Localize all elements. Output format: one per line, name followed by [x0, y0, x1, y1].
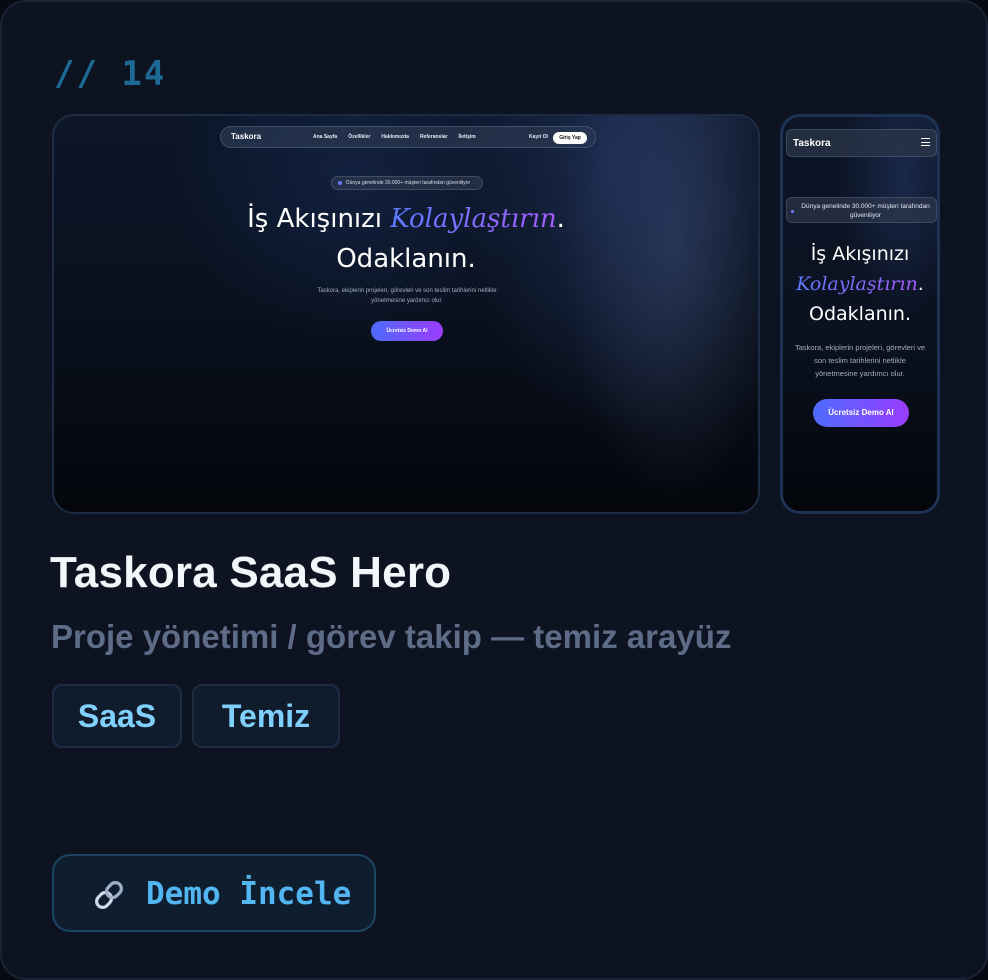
tag-saas: SaaS [52, 684, 182, 748]
preview-nav-link: Hakkımızda [381, 134, 409, 140]
preview-nav-links: Ana Sayfa Özellikler Hakkımızda Referans… [313, 134, 476, 140]
preview-nav-link: İletişim [458, 134, 476, 140]
preview-navbar: Taskora Ana Sayfa Özellikler Hakkımızda … [220, 126, 596, 148]
demo-button-label: Demo İncele [146, 876, 352, 912]
mobile-heading-line1: İş Akışınızı [810, 243, 910, 265]
link-icon [95, 881, 123, 909]
badge-dot-icon [338, 181, 342, 185]
project-title: Taskora SaaS Hero [50, 548, 452, 597]
demo-button[interactable]: Demo İncele [52, 854, 376, 932]
project-subtitle: Proje yönetimi / görev takip — temiz ara… [51, 618, 732, 655]
project-index: // 14 [54, 54, 167, 94]
preview-heading-accent: Kolaylaştırın [390, 204, 557, 234]
desktop-preview[interactable]: Taskora Ana Sayfa Özellikler Hakkımızda … [52, 114, 760, 514]
preview-badge-text: Dünya genelinde 30.000+ müşteri tarafınd… [346, 180, 471, 186]
mobile-heading-accent: Kolaylaştırın [796, 273, 918, 295]
mobile-trust-badge: Dünya genelinde 30.000+ müşteri tarafınd… [786, 197, 937, 223]
preview-login-button: Giriş Yap [553, 132, 587, 144]
preview-description: Taskora, ekiplerin projeleri, görevleri … [317, 288, 497, 304]
tag-temiz: Temiz [192, 684, 340, 748]
mobile-cta-button: Ücretsiz Demo Al [813, 399, 909, 427]
badge-dot-icon [791, 210, 794, 213]
mobile-description: Taskora, ekiplerin projeleri, görevleri … [794, 343, 926, 378]
preview-heading-line1: İş Akışınızı Kolaylaştırın. [247, 204, 565, 234]
preview-register-link: Kayıt Ol [529, 134, 548, 140]
project-card: // 14 Taskora Ana Sayfa Özellikler Hakkı… [0, 0, 988, 980]
preview-cta-button: Ücretsiz Demo Al [371, 321, 443, 341]
preview-nav-link: Ana Sayfa [313, 134, 338, 140]
mobile-logo: Taskora [793, 138, 831, 149]
mobile-heading-line2: Kolaylaştırın. [796, 273, 924, 295]
preview-nav-link: Özellikler [348, 134, 371, 140]
hamburger-menu-icon [921, 138, 930, 146]
mobile-preview[interactable]: Taskora Dünya genelinde 30.000+ müşteri … [780, 114, 940, 514]
preview-heading-line2: Odaklanın. [336, 244, 476, 274]
preview-nav-link: Referanslar [419, 134, 448, 140]
mobile-heading-line3: Odaklanın. [809, 303, 911, 325]
preview-trust-badge: Dünya genelinde 30.000+ müşteri tarafınd… [331, 176, 483, 190]
mobile-navbar: Taskora [786, 129, 937, 157]
preview-logo: Taskora [231, 132, 262, 141]
